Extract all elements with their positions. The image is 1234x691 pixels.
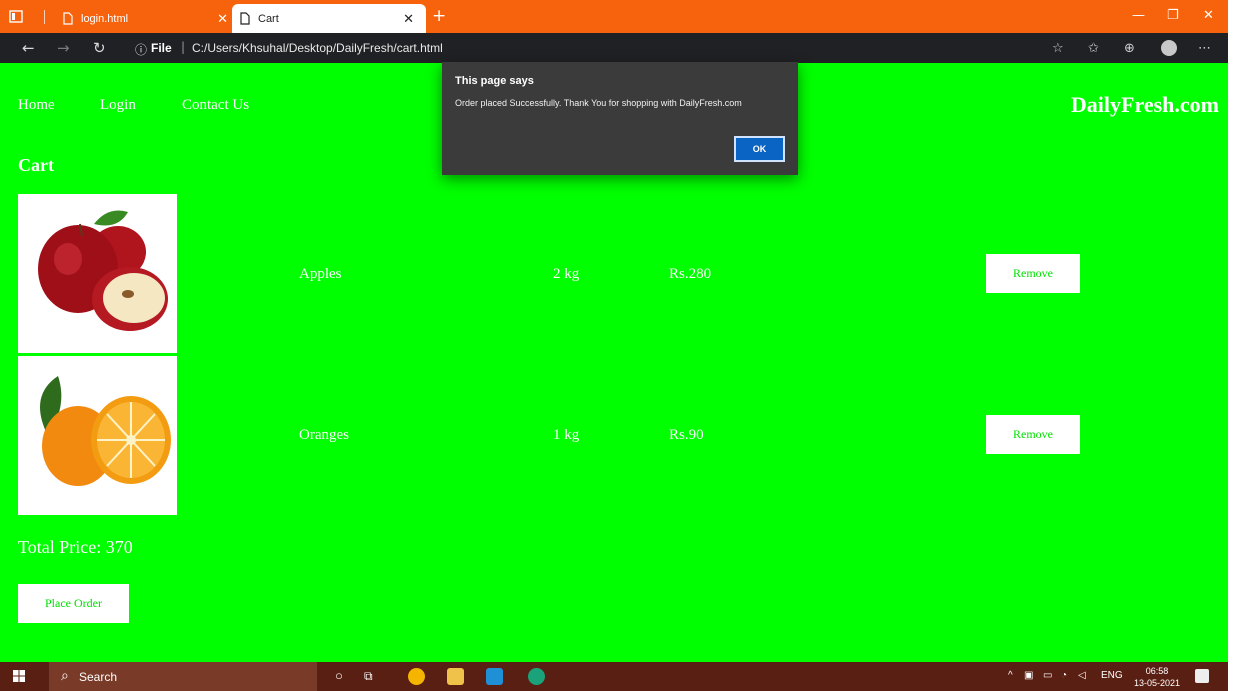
new-tab-icon[interactable]: + <box>432 6 446 26</box>
clock-date: 13-05-2021 <box>1133 678 1181 688</box>
page-icon <box>63 12 73 25</box>
item-price: Rs.280 <box>669 266 712 282</box>
windows-start-icon[interactable] <box>13 670 25 682</box>
mail-icon[interactable] <box>486 668 503 685</box>
tab-title: Cart <box>258 12 279 25</box>
windows-taskbar: ⌕ Search ○ ⧉ ^ ▣ ▭ ◔ ◁ ENG 06:58 13-05-2… <box>0 662 1228 691</box>
read-aloud-icon[interactable]: ☆ <box>1052 41 1064 56</box>
battery-icon[interactable]: ▭ <box>1043 670 1052 681</box>
page-icon <box>240 12 250 25</box>
cart-heading: Cart <box>18 155 54 175</box>
item-price: Rs.90 <box>669 427 704 443</box>
address-bar: ← → ↻ ⓘ File | C:/Users/Khsuhal/Desktop/… <box>0 33 1228 63</box>
url-field[interactable]: C:/Users/Khsuhal/Desktop/DailyFresh/cart… <box>192 41 443 55</box>
nav-contact-link[interactable]: Contact Us <box>182 97 249 114</box>
notification-center-icon[interactable] <box>1195 669 1209 683</box>
nav-home-link[interactable]: Home <box>18 97 55 114</box>
nav-login-link[interactable]: Login <box>100 97 136 114</box>
search-label: Search <box>79 670 118 684</box>
file-explorer-icon[interactable] <box>447 668 464 685</box>
tab-separator <box>44 10 45 24</box>
dialog-message: Order placed Successfully. Thank You for… <box>455 98 742 108</box>
network-icon[interactable]: ◔ <box>1061 670 1067 681</box>
restore-icon[interactable]: ❐ <box>1167 8 1179 23</box>
total-price: Total Price: 370 <box>18 537 133 557</box>
task-view-icon[interactable]: ⧉ <box>364 669 373 684</box>
tab-login[interactable]: login.html ✕ <box>55 4 240 33</box>
forward-icon[interactable]: → <box>57 39 70 57</box>
chrome-icon[interactable] <box>408 668 425 685</box>
url-scheme-label: File <box>151 41 172 55</box>
taskbar-search-box[interactable]: ⌕ Search <box>49 662 317 691</box>
clock-time: 06:58 <box>1145 666 1169 676</box>
system-clock[interactable]: 06:58 13-05-2021 <box>1133 665 1181 689</box>
apples-image <box>18 194 177 353</box>
site-info-icon[interactable]: ⓘ <box>135 41 147 58</box>
search-icon: ⌕ <box>61 668 69 684</box>
profile-avatar[interactable] <box>1161 40 1177 56</box>
tab-title: login.html <box>81 12 129 25</box>
language-indicator[interactable]: ENG <box>1101 670 1123 681</box>
remove-oranges-button[interactable]: Remove <box>986 415 1080 454</box>
item-name: Oranges <box>299 427 349 443</box>
oranges-image <box>18 356 177 515</box>
place-order-button[interactable]: Place Order <box>18 584 129 623</box>
refresh-icon[interactable]: ↻ <box>93 39 106 57</box>
dialog-ok-button[interactable]: OK <box>734 136 785 162</box>
collections-icon[interactable]: ⊕ <box>1124 41 1135 56</box>
favorites-icon[interactable]: ✩ <box>1088 41 1099 56</box>
close-window-icon[interactable]: ✕ <box>1203 8 1214 23</box>
back-icon[interactable]: ← <box>22 39 35 57</box>
cortana-icon[interactable]: ○ <box>335 668 343 683</box>
meet-now-icon[interactable]: ▣ <box>1024 670 1033 681</box>
minimize-icon[interactable]: — <box>1132 8 1145 23</box>
window-edge <box>1228 0 1234 691</box>
remove-apples-button[interactable]: Remove <box>986 254 1080 293</box>
url-separator: | <box>181 40 186 54</box>
tab-cart[interactable]: Cart ✕ <box>232 4 426 33</box>
item-quantity: 2 kg <box>553 266 580 282</box>
item-quantity: 1 kg <box>553 427 580 443</box>
dialog-title: This page says <box>455 75 534 87</box>
brand-logo: DailyFresh.com <box>1070 92 1219 117</box>
volume-icon[interactable]: ◁ <box>1078 670 1086 681</box>
more-options-icon[interactable]: ⋯ <box>1198 41 1211 56</box>
tab-actions-icon[interactable] <box>9 10 23 23</box>
item-name: Apples <box>299 266 342 282</box>
show-hidden-icons-icon[interactable]: ^ <box>1008 670 1013 681</box>
close-tab-icon[interactable]: ✕ <box>217 11 228 27</box>
edge-icon[interactable] <box>528 668 545 685</box>
browser-tab-bar: login.html ✕ Cart ✕ + — ❐ ✕ <box>0 0 1228 33</box>
close-tab-icon[interactable]: ✕ <box>403 11 414 27</box>
alert-dialog: This page says Order placed Successfully… <box>442 62 798 175</box>
